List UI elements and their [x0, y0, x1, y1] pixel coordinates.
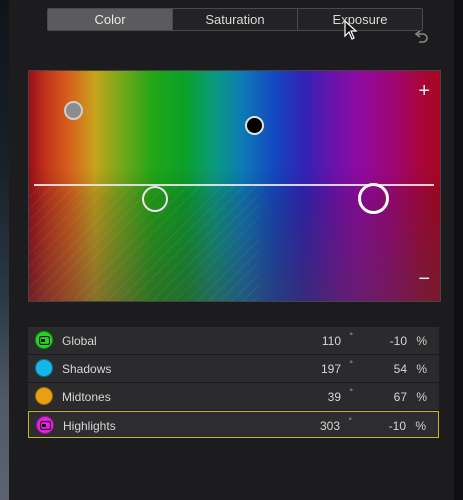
degree-unit: ° [349, 387, 353, 397]
percent-unit: % [416, 362, 427, 376]
percent-unit: % [416, 390, 427, 404]
undo-icon[interactable] [414, 31, 429, 45]
percent-unit: % [415, 419, 426, 433]
window-edge-left [0, 0, 9, 500]
mouse-pointer-icon [344, 20, 358, 40]
tab-exposure[interactable]: Exposure [297, 9, 422, 30]
global-handle[interactable] [64, 101, 83, 120]
highlights-handle[interactable] [358, 183, 389, 214]
tab-color[interactable]: Color [48, 9, 172, 30]
tone-list: Global 110 ° -10 % Shadows 197 ° 54 % Mi… [28, 327, 439, 439]
row-label: Highlights [63, 419, 116, 433]
hue-value[interactable]: 197 [321, 362, 341, 376]
hue-value[interactable]: 110 [322, 334, 341, 348]
amount-value[interactable]: 54 [394, 362, 407, 376]
mode-tabs: Color Saturation Exposure [47, 8, 423, 31]
tone-row-midtones[interactable]: Midtones 39 ° 67 % [28, 383, 439, 410]
percent-unit: % [416, 334, 427, 348]
tab-saturation[interactable]: Saturation [172, 9, 297, 30]
sliders-icon [40, 421, 51, 430]
degree-unit: ° [349, 359, 353, 369]
amount-value[interactable]: 67 [394, 390, 407, 404]
shadows-handle[interactable] [245, 116, 264, 135]
minus-icon: − [418, 268, 430, 290]
row-label: Shadows [62, 362, 112, 376]
row-label: Global [62, 334, 97, 348]
row-label: Midtones [62, 390, 111, 404]
tone-row-highlights[interactable]: Highlights 303 ° -10 % [28, 411, 439, 438]
global-color-swatch[interactable] [35, 331, 53, 349]
sliders-icon [39, 336, 50, 345]
hue-value[interactable]: 39 [328, 390, 341, 404]
amount-value[interactable]: -10 [389, 419, 406, 433]
window-edge-right [454, 0, 463, 500]
color-wheel-canvas[interactable]: + − [28, 70, 441, 302]
tone-row-global[interactable]: Global 110 ° -10 % [28, 327, 439, 354]
degree-unit: ° [349, 331, 353, 341]
highlights-color-swatch[interactable] [36, 416, 54, 434]
degree-unit: ° [348, 416, 352, 426]
tone-row-shadows[interactable]: Shadows 197 ° 54 % [28, 355, 439, 382]
hue-value[interactable]: 303 [320, 419, 340, 433]
shadows-color-swatch[interactable] [35, 359, 53, 377]
plus-icon: + [418, 80, 430, 102]
amount-value[interactable]: -10 [390, 334, 407, 348]
midtones-color-swatch[interactable] [35, 387, 53, 405]
midtones-handle[interactable] [142, 186, 168, 212]
